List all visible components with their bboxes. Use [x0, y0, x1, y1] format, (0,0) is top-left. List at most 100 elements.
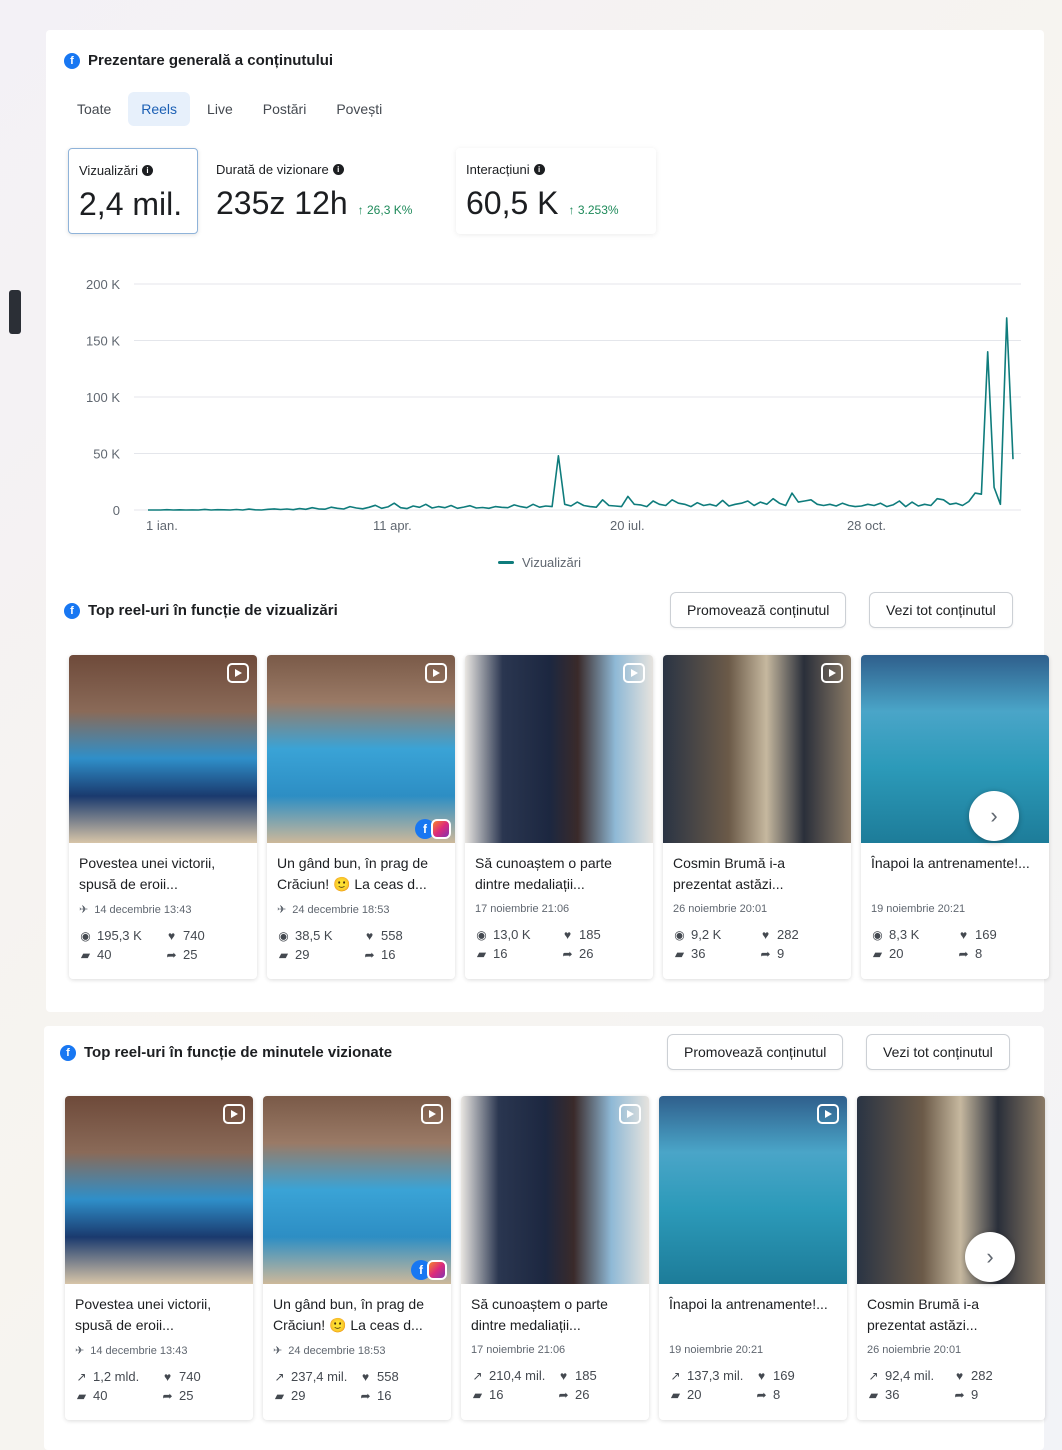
overview-header: f Prezentare generală a conținutului: [64, 52, 333, 69]
share-icon: ➦: [954, 1387, 965, 1402]
reel-title[interactable]: Înapoi la antrenamente!...: [669, 1294, 837, 1336]
reel-likes: ♥ 282: [759, 927, 845, 942]
side-handle[interactable]: [9, 290, 21, 334]
share-icon: ➦: [162, 1388, 173, 1403]
view-all-content-button[interactable]: Vezi tot conținutul: [866, 1034, 1010, 1070]
crosspost-badge: f: [411, 1260, 447, 1280]
reel-date: 24 decembrie 18:53: [288, 1344, 386, 1357]
trend-icon: ↗: [868, 1368, 879, 1383]
reel-title[interactable]: Povestea unei victorii, spusă de eroii..…: [75, 1294, 243, 1336]
reel-shares: ➦ 25: [165, 947, 251, 962]
reel-thumbnail[interactable]: [461, 1096, 649, 1284]
chevron-right-icon[interactable]: ›: [965, 1232, 1015, 1282]
reel-thumbnail[interactable]: [663, 655, 851, 843]
reel-card[interactable]: Înapoi la antrenamente!... 19 noiembrie …: [659, 1096, 847, 1420]
reel-shares-value: 26: [575, 1387, 590, 1402]
reel-icon: [421, 1104, 443, 1124]
info-icon[interactable]: i: [142, 165, 154, 176]
reel-comments: ▰ 20: [871, 946, 957, 961]
reel-card[interactable]: f Un gând bun, în prag de Crăciun! 🙂 La …: [263, 1096, 451, 1420]
tab-posts[interactable]: Postări: [250, 92, 320, 126]
reel-thumbnail[interactable]: [65, 1096, 253, 1284]
reel-minutes-value: 137,3 mil.: [687, 1368, 744, 1383]
reel-title[interactable]: Să cunoaștem o parte dintre medaliații..…: [475, 853, 643, 895]
reel-views: ◉ 195,3 K: [79, 928, 165, 943]
reel-shares-value: 8: [773, 1387, 781, 1402]
reel-title[interactable]: Un gând bun, în prag de Crăciun! 🙂 La ce…: [277, 853, 445, 895]
reel-likes-value: 185: [575, 1368, 597, 1383]
reel-card[interactable]: Cosmin Brumă i-a prezentat astăzi... 26 …: [663, 655, 851, 979]
reel-comments-value: 20: [687, 1387, 702, 1402]
reel-thumbnail[interactable]: [861, 655, 1049, 843]
reel-icon: [817, 1104, 839, 1124]
facebook-icon: f: [64, 602, 80, 619]
top-views-header: f Top reel-uri în funcție de vizualizări: [64, 602, 338, 619]
reel-thumbnail-image: [461, 1096, 649, 1284]
reel-likes-value: 558: [381, 928, 403, 943]
reel-thumbnail[interactable]: f: [263, 1096, 451, 1284]
series-line-views[interactable]: [148, 317, 1014, 511]
eye-icon: ◉: [674, 927, 685, 942]
reel-card[interactable]: f Un gând bun, în prag de Crăciun! 🙂 La …: [267, 655, 455, 979]
info-icon[interactable]: i: [533, 164, 545, 175]
reel-title[interactable]: Un gând bun, în prag de Crăciun! 🙂 La ce…: [273, 1294, 441, 1336]
tab-reels[interactable]: Reels: [128, 92, 191, 126]
reel-minutes: ↗ 1,2 mld.: [75, 1369, 161, 1384]
reel-title[interactable]: Povestea unei victorii, spusă de eroii..…: [79, 853, 247, 895]
reel-likes: ♥ 185: [557, 1368, 643, 1383]
reel-title[interactable]: Cosmin Brumă i-a prezentat astăzi...: [673, 853, 841, 895]
comment-icon: ▰: [274, 1388, 285, 1403]
legend-swatch: [498, 561, 514, 564]
reel-thumbnail[interactable]: [857, 1096, 1045, 1284]
top-minutes-header: f Top reel-uri în funcție de minutele vi…: [60, 1044, 392, 1061]
reel-thumbnail-image: [263, 1096, 451, 1284]
reel-thumbnail-image: [659, 1096, 847, 1284]
reel-card[interactable]: Înapoi la antrenamente!... 19 noiembrie …: [861, 655, 1049, 979]
tab-all[interactable]: Toate: [64, 92, 124, 126]
share-icon: ➦: [562, 946, 573, 961]
reel-likes-value: 282: [777, 927, 799, 942]
comment-icon: ▰: [670, 1387, 681, 1402]
comment-icon: ▰: [674, 946, 685, 961]
x-tick-label: 1 ian.: [146, 518, 178, 533]
reel-date: 26 noiembrie 20:01: [673, 903, 768, 915]
reel-thumbnail[interactable]: [659, 1096, 847, 1284]
reel-thumbnail-image: [861, 655, 1049, 843]
reel-title[interactable]: Cosmin Brumă i-a prezentat astăzi...: [867, 1294, 1035, 1336]
eye-icon: ◉: [476, 927, 487, 942]
metric-watch-time[interactable]: Durată de vizionare i 235z 12h ↑ 26,3 K%: [206, 148, 446, 234]
chevron-right-icon[interactable]: ›: [969, 791, 1019, 841]
metric-views-label: Vizualizări: [79, 163, 139, 178]
heart-icon: ♥: [761, 927, 770, 942]
view-all-content-button[interactable]: Vezi tot conținutul: [869, 592, 1013, 628]
reel-likes-value: 169: [773, 1368, 795, 1383]
reel-title[interactable]: Înapoi la antrenamente!...: [871, 853, 1039, 895]
reel-shares: ➦ 16: [363, 947, 449, 962]
reel-likes-value: 740: [179, 1369, 201, 1384]
reel-shares-value: 16: [377, 1388, 392, 1403]
comment-icon: ▰: [868, 1387, 879, 1402]
tab-stories[interactable]: Povești: [323, 92, 395, 126]
reel-card[interactable]: Să cunoaștem o parte dintre medaliații..…: [461, 1096, 649, 1420]
reel-card[interactable]: Povestea unei victorii, spusă de eroii..…: [65, 1096, 253, 1420]
reel-thumbnail[interactable]: [465, 655, 653, 843]
reel-card[interactable]: Să cunoaștem o parte dintre medaliații..…: [465, 655, 653, 979]
reel-card[interactable]: Povestea unei victorii, spusă de eroii..…: [69, 655, 257, 979]
reel-card[interactable]: Cosmin Brumă i-a prezentat astăzi... 26 …: [857, 1096, 1045, 1420]
comment-icon: ▰: [278, 947, 289, 962]
views-line-chart: 200 K 150 K 100 K 50 K 0 1 ian. 11 apr. 20 iul.…: [86, 277, 1021, 533]
reel-views-value: 13,0 K: [493, 927, 531, 942]
reel-thumbnail[interactable]: [69, 655, 257, 843]
pin-icon: ✈: [273, 1345, 283, 1357]
reel-title[interactable]: Să cunoaștem o parte dintre medaliații..…: [471, 1294, 639, 1336]
promote-content-button[interactable]: Promovează conținutul: [670, 592, 847, 628]
x-tick-label: 20 iul.: [610, 518, 645, 533]
reel-minutes: ↗ 137,3 mil.: [669, 1368, 755, 1383]
heart-icon: ♥: [559, 1368, 568, 1383]
promote-content-button[interactable]: Promovează conținutul: [667, 1034, 844, 1070]
reel-thumbnail[interactable]: f: [267, 655, 455, 843]
tab-live[interactable]: Live: [194, 92, 246, 126]
metric-interactions[interactable]: Interacțiuni i 60,5 K ↑ 3.253%: [456, 148, 656, 234]
metric-views[interactable]: Vizualizări i 2,4 mil.: [68, 148, 198, 234]
info-icon[interactable]: i: [332, 164, 344, 175]
